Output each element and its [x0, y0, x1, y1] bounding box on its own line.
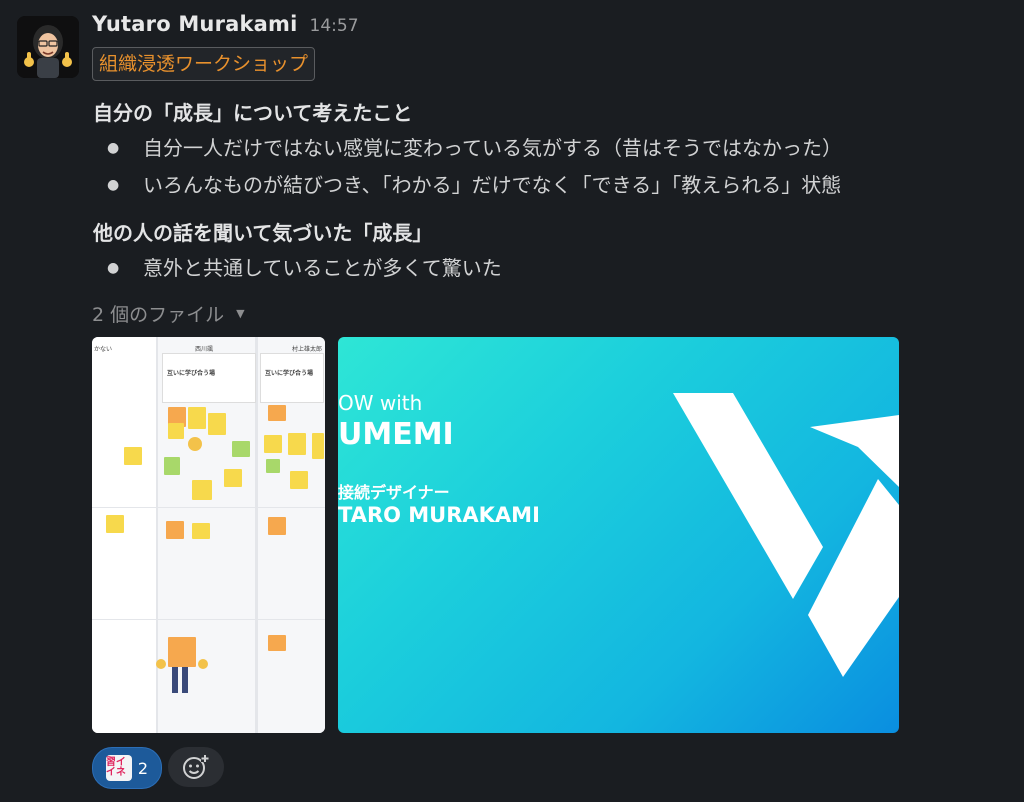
custom-emoji: 習イイネ	[105, 755, 132, 781]
list-item-text: いろんなものが結びつき、「わかる」だけでなく「できる」「教えられる」状態	[143, 173, 842, 197]
reaction-count: 2	[137, 758, 149, 778]
author-name[interactable]: Yutaro Murakami	[92, 12, 298, 36]
add-reaction-icon	[183, 754, 209, 779]
timestamp[interactable]: 14:57	[310, 16, 359, 36]
card: 互いに学び合う場	[162, 353, 256, 403]
card-title: 互いに学び合う場	[167, 370, 216, 377]
status-tag[interactable]: 組織浸透ワークショップ	[92, 47, 316, 81]
avatar[interactable]	[17, 16, 79, 78]
message-header: Yutaro Murakami 14:57	[92, 12, 359, 42]
list-item-text: 意外と共通していることが多くて驚いた	[143, 256, 502, 280]
bullet-dot: ●	[107, 140, 120, 156]
slide-text: UMEMI	[338, 417, 454, 452]
list-item: ● 自分一人だけではない感覚に変わっている気がする（昔はそうではなかった）	[93, 130, 1018, 167]
column-header: かない	[94, 346, 113, 353]
file-thumbnail-slide[interactable]: OW with UMEMI 接続デザイナー TARO MURAKAMI	[338, 337, 899, 733]
card: 互いに学び合う場	[260, 353, 324, 403]
list-item: ● いろんなものが結びつき、「わかる」だけでなく「できる」「教えられる」状態	[93, 167, 1018, 204]
reaction-button[interactable]: 習イイネ 2	[92, 747, 162, 789]
message-body: 自分の「成長」について考えたこと ● 自分一人だけではない感覚に変わっている気がす…	[93, 96, 1018, 287]
slide-text: OW with	[338, 391, 423, 415]
list-item-text: 自分一人だけではない感覚に変わっている気がする（昔はそうではなかった）	[143, 136, 842, 160]
section-heading: 自分の「成長」について考えたこと	[93, 101, 413, 125]
list-item: ● 意外と共通していることが多くて驚いた	[93, 250, 1018, 287]
section-heading: 他の人の話を聞いて気づいた「成長」	[93, 221, 433, 245]
files-toggle[interactable]: 2 個のファイル ▼	[92, 300, 245, 327]
slide-text: 接続デザイナー	[338, 483, 450, 502]
bullet-dot: ●	[107, 260, 120, 276]
card-title: 互いに学び合う場	[265, 370, 314, 377]
whiteboard-column	[92, 337, 156, 733]
chevron-down-icon: ▼	[236, 307, 245, 320]
file-thumbnail-whiteboard[interactable]: かない 西川颯 村上雄太郎 互いに学び合う場 互いに学び合う場	[92, 337, 325, 733]
slide-text: TARO MURAKAMI	[338, 503, 540, 527]
column-header: 西川颯	[195, 346, 214, 353]
files-label: 2 個のファイル	[92, 304, 225, 326]
add-reaction-button[interactable]	[168, 747, 224, 787]
bullet-dot: ●	[107, 177, 120, 193]
column-header: 村上雄太郎	[292, 346, 323, 353]
